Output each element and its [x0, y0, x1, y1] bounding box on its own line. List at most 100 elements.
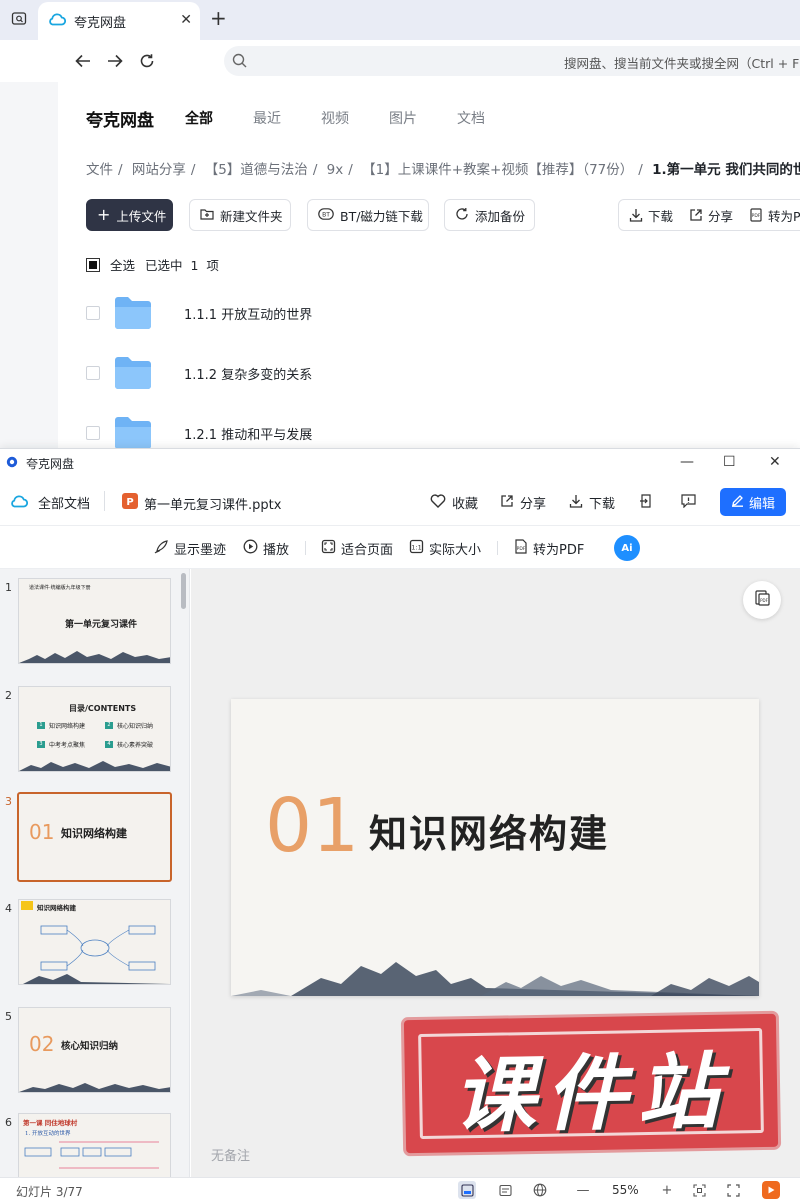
convert-floating-button[interactable]: PDF: [743, 581, 781, 619]
thumbnail-number: 5: [5, 1010, 12, 1023]
slide-thumbnail[interactable]: 02 核心知识归纳: [18, 1007, 171, 1093]
breadcrumb-item[interactable]: 【5】道德与法治: [205, 162, 308, 178]
drive-title: 夸克网盘: [86, 111, 154, 131]
file-row[interactable]: 1.2.1 推动和平与发展: [86, 413, 786, 453]
new-folder-button[interactable]: 新建文件夹: [189, 199, 291, 231]
row-checkbox[interactable]: [86, 426, 100, 440]
share-button[interactable]: 分享: [689, 206, 733, 225]
watermark-stamp: 课件站: [403, 1013, 779, 1154]
selection-row: 全选 已选中 1 项: [86, 255, 219, 274]
tab-search-icon[interactable]: [6, 6, 32, 32]
current-slide: 01 知识网络构建: [231, 699, 759, 996]
tab-recent[interactable]: 最近: [253, 108, 281, 128]
all-documents-button[interactable]: 全部文档: [10, 493, 90, 512]
svg-text:BT: BT: [322, 211, 330, 218]
slide-counter: 幻灯片 3/77: [16, 1185, 83, 1199]
play-button[interactable]: 播放: [243, 539, 289, 558]
plus-icon: +: [97, 205, 111, 224]
bt-magnet-download-button[interactable]: BT BT/磁力链下载: [307, 199, 429, 231]
file-name[interactable]: 1.1.1 开放互动的世界: [184, 304, 312, 323]
viewer-download-button[interactable]: 下载: [569, 493, 615, 512]
browser-nav-row: 搜网盘、搜当前文件夹或搜全网（Ctrl + F）: [0, 40, 800, 82]
slide-notes: 无备注: [211, 1149, 251, 1164]
download-button[interactable]: 下载: [629, 206, 673, 225]
slide-thumbnail[interactable]: 道法课件·统编版九年级下册 第一单元复习课件: [18, 578, 171, 664]
edit-button[interactable]: 编辑: [720, 488, 786, 516]
slide-thumbnail[interactable]: 第一课 同住地球村 1. 开放互动的世界: [18, 1113, 171, 1177]
thumbnail-number: 6: [5, 1116, 12, 1129]
tab-video[interactable]: 视频: [321, 108, 349, 128]
favorite-button[interactable]: 收藏: [430, 493, 478, 512]
breadcrumb: 文件 / 网站分享 / 【5】道德与法治/ 9x / 【1】上课课件+教案+视频【推荐…: [86, 158, 800, 178]
mind-map-graphic: [23, 925, 170, 984]
upload-file-button[interactable]: + 上传文件: [86, 199, 173, 231]
add-backup-button[interactable]: 添加备份: [444, 199, 535, 231]
feedback-icon[interactable]: [681, 494, 696, 508]
tab-all[interactable]: 全部: [185, 108, 213, 128]
file-name[interactable]: 1.2.1 推动和平与发展: [184, 424, 312, 443]
pptx-icon: P: [122, 493, 138, 513]
breadcrumb-item[interactable]: 文件: [86, 162, 113, 178]
forward-arrow-icon[interactable]: [104, 50, 126, 72]
tab-image[interactable]: 图片: [389, 108, 417, 128]
ai-assistant-button[interactable]: Ai: [614, 535, 640, 561]
search-icon: [232, 53, 247, 72]
slide-thumbnail[interactable]: 目录/CONTENTS 1 知识网络构建 2 核心知识归纳 3 中考考点聚焦 4…: [18, 686, 171, 772]
show-ink-button[interactable]: 显示墨迹: [154, 539, 226, 558]
tab-document[interactable]: 文档: [457, 108, 485, 128]
tab-title: 夸克网盘: [74, 15, 127, 31]
folder-icon: [114, 356, 152, 390]
folder-icon: [114, 416, 152, 450]
tab-close-icon[interactable]: ✕: [180, 13, 192, 27]
back-arrow-icon[interactable]: [72, 50, 94, 72]
svg-text:PDF: PDF: [517, 546, 526, 552]
mountain-graphic: [19, 651, 170, 663]
notes-view-icon[interactable]: [496, 1181, 514, 1199]
zoom-in-icon[interactable]: +: [658, 1181, 676, 1199]
file-row[interactable]: 1.1.1 开放互动的世界: [86, 293, 786, 333]
slideshow-play-icon[interactable]: [762, 1181, 780, 1199]
thumbnail-scrollbar[interactable]: [181, 573, 186, 609]
fit-page-icon: [321, 539, 336, 558]
browser-tab-active[interactable]: 夸克网盘 ✕: [38, 2, 200, 40]
row-checkbox[interactable]: [86, 366, 100, 380]
breadcrumb-item[interactable]: 9x: [327, 162, 344, 178]
play-circle-icon: [243, 539, 258, 558]
diagram-graphic: [24, 1141, 159, 1169]
export-icon[interactable]: [639, 494, 653, 508]
toolbar-divider: [104, 491, 105, 511]
fit-page-button[interactable]: 适合页面: [321, 539, 393, 558]
slide-thumbnail-active[interactable]: 01 知识网络构建: [17, 792, 172, 882]
select-all-checkbox[interactable]: [86, 257, 100, 272]
cloud-icon: [10, 494, 29, 512]
search-placeholder: 搜网盘、搜当前文件夹或搜全网（Ctrl + F）: [564, 56, 800, 71]
viewer-secondary-toolbar: 显示墨迹 播放 适合页面 1:1 实际大小 PDF 转为PDF Ai: [0, 525, 800, 569]
close-window-icon[interactable]: ✕: [769, 455, 781, 469]
svg-text:P: P: [126, 497, 133, 508]
convert-pdf-button[interactable]: PDF 转为PDF: [514, 539, 584, 558]
file-name[interactable]: 1.1.2 复杂多变的关系: [184, 364, 312, 383]
fullscreen-icon[interactable]: [724, 1181, 742, 1199]
to-pdf-button[interactable]: PDF 转为PDF: [749, 206, 800, 225]
file-row[interactable]: 1.1.2 复杂多变的关系: [86, 353, 786, 393]
browser-tab-bar: 夸克网盘 ✕ +: [0, 0, 800, 40]
normal-view-icon[interactable]: [458, 1181, 476, 1199]
breadcrumb-item[interactable]: 【1】上课课件+教案+视频【推荐】（77份）: [362, 162, 633, 178]
file-action-group: 下载 分享 PDF 转为PDF: [618, 199, 800, 231]
slide-thumbnail-panel: 1 道法课件·统编版九年级下册 第一单元复习课件 2 目录/CONTENTS 1…: [0, 569, 190, 1177]
new-tab-icon[interactable]: +: [210, 8, 227, 28]
document-file-name: P 第一单元复习课件.pptx: [122, 493, 281, 513]
reload-icon[interactable]: [136, 50, 158, 72]
slide-thumbnail[interactable]: 知识网络构建: [18, 899, 171, 985]
zoom-out-icon[interactable]: —: [574, 1181, 592, 1199]
address-search-bar[interactable]: 搜网盘、搜当前文件夹或搜全网（Ctrl + F）: [224, 46, 800, 76]
minimize-icon[interactable]: —: [680, 455, 694, 469]
drive-left-strip: [0, 82, 58, 450]
viewer-share-button[interactable]: 分享: [500, 493, 546, 512]
fit-screen-icon[interactable]: [690, 1181, 708, 1199]
globe-icon[interactable]: [531, 1181, 549, 1199]
row-checkbox[interactable]: [86, 306, 100, 320]
actual-size-button[interactable]: 1:1 实际大小: [409, 539, 481, 558]
maximize-icon[interactable]: ☐: [723, 455, 736, 469]
breadcrumb-item[interactable]: 网站分享: [132, 162, 186, 178]
